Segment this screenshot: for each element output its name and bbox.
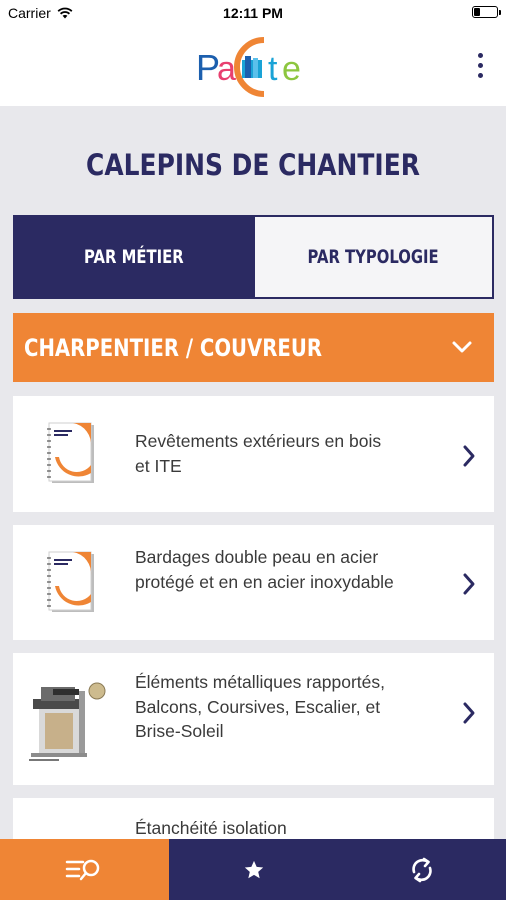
booklet-icon xyxy=(47,422,94,483)
tab-sync[interactable] xyxy=(338,839,506,900)
battery-icon xyxy=(472,6,501,18)
chevron-right-icon xyxy=(463,702,475,724)
menu-dot xyxy=(477,63,483,68)
menu-dot xyxy=(477,53,483,58)
item-title: Éléments métalliques rapportés, Balcons,… xyxy=(135,672,385,741)
tab-bar xyxy=(0,839,506,900)
svg-text:t: t xyxy=(268,50,278,88)
page-title: CALEPINS DE CHANTIER xyxy=(86,148,420,182)
menu-dot xyxy=(477,73,483,78)
svg-text:a: a xyxy=(217,50,236,88)
building-detail-image xyxy=(29,682,106,761)
list-item[interactable]: Revêtements extérieurs en bois et ITE xyxy=(13,396,494,512)
segment-label: PAR MÉTIER xyxy=(83,246,184,268)
sync-icon xyxy=(412,857,432,882)
status-time: 12:11 PM xyxy=(223,5,283,21)
app-header: P a t e xyxy=(0,26,506,106)
pacte-logo: P a t e xyxy=(196,37,301,97)
list-item[interactable]: Bardages double peau en acier protégé et… xyxy=(13,525,494,640)
category-header[interactable]: CHARPENTIER / COUVREUR xyxy=(13,313,494,382)
svg-text:e: e xyxy=(282,50,301,88)
search-list-icon xyxy=(65,859,99,880)
status-bar: Carrier 12:11 PM xyxy=(0,0,506,26)
segment-par-typologie[interactable]: PAR TYPOLOGIE xyxy=(252,217,492,297)
item-title: Bardages double peau en acier protégé et… xyxy=(135,547,394,592)
tab-search[interactable] xyxy=(0,839,169,900)
star-icon xyxy=(244,860,263,878)
tab-favorites[interactable] xyxy=(169,839,338,900)
more-menu-button[interactable] xyxy=(468,50,492,82)
item-title: Étanchéité isolation xyxy=(135,818,287,838)
chevron-right-icon xyxy=(463,573,475,595)
booklet-icon xyxy=(47,551,94,612)
segment-control: PAR MÉTIER PAR TYPOLOGIE xyxy=(13,215,494,299)
battery-level xyxy=(474,8,480,16)
chevron-right-icon xyxy=(463,445,475,467)
item-title: Revêtements extérieurs en bois et ITE xyxy=(135,431,382,476)
category-label: CHARPENTIER / COUVREUR xyxy=(24,333,322,362)
list-item[interactable]: Éléments métalliques rapportés, Balcons,… xyxy=(13,653,494,785)
segment-par-metier[interactable]: PAR MÉTIER xyxy=(15,217,253,297)
segment-label: PAR TYPOLOGIE xyxy=(307,246,439,268)
chevron-down-icon xyxy=(452,341,472,353)
